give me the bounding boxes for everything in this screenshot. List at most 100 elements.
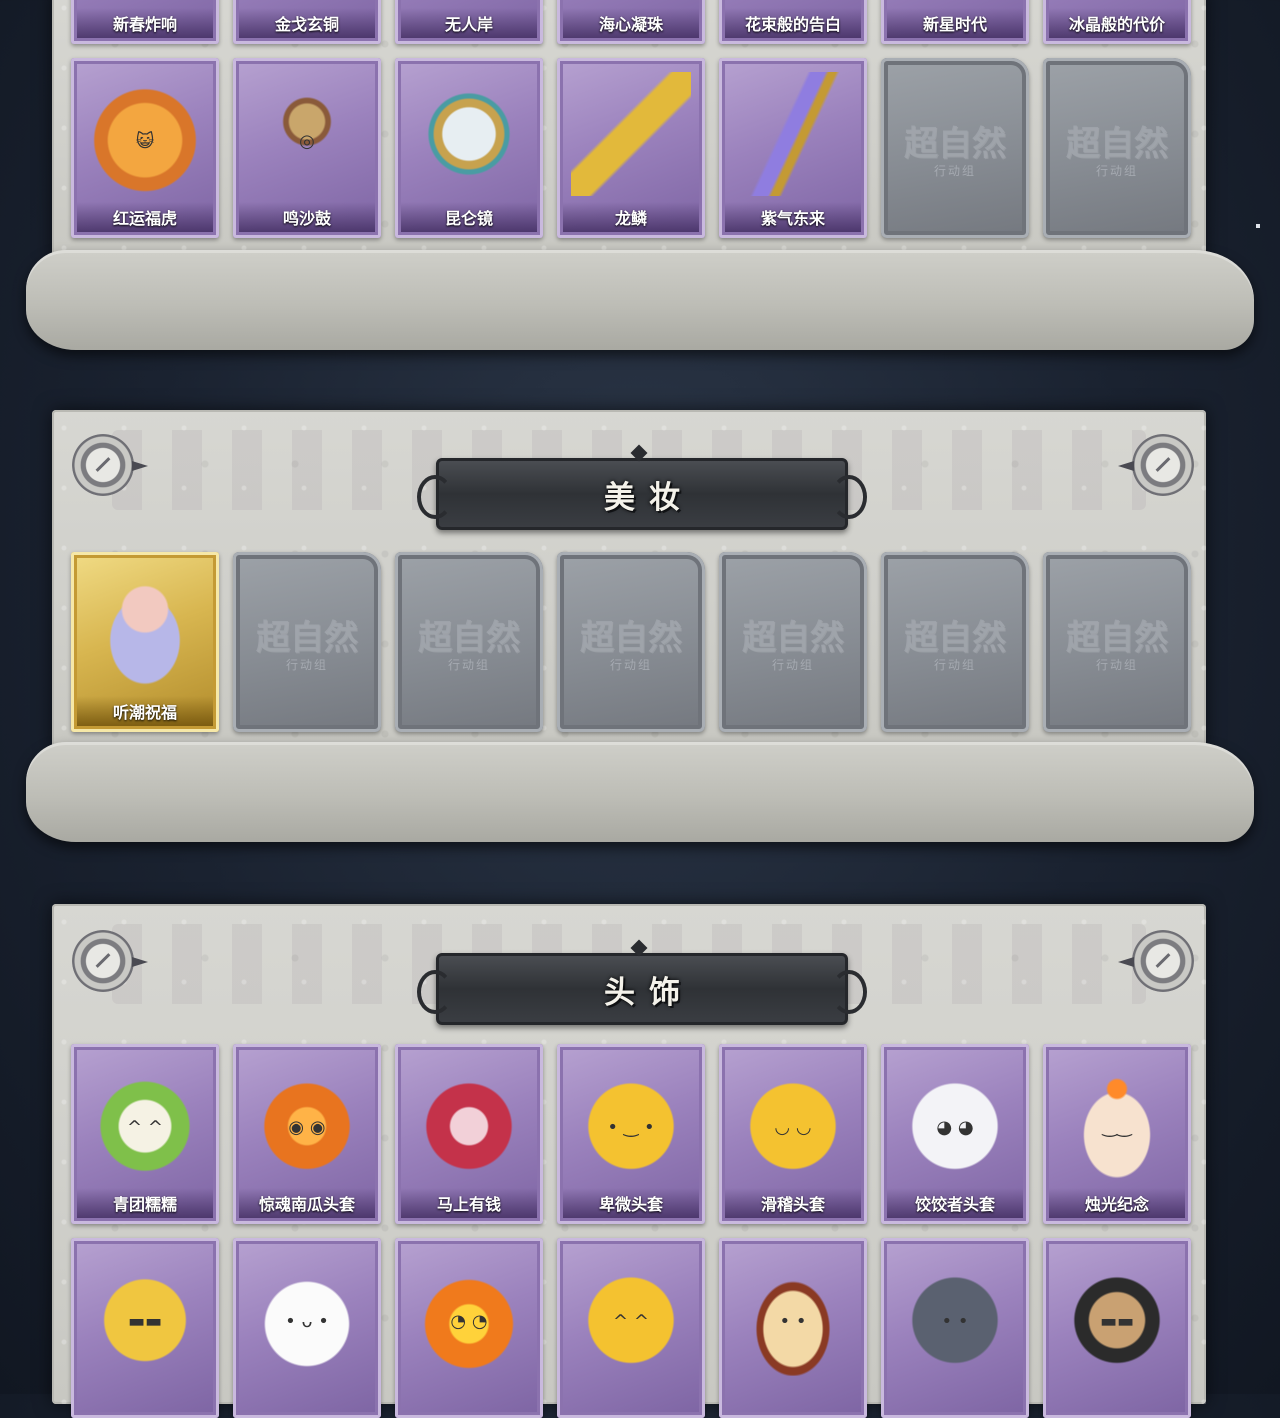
locked-item-card[interactable]: 超自然 行动组 [881,58,1029,238]
item-card[interactable]: 新星时代 [881,0,1029,44]
right-compass-ornament-icon [1118,434,1194,496]
headwear-item-card[interactable]: • ‿ • 卑微头套 [557,1044,705,1224]
headwear-item-card[interactable]: ^ ^ 青团糯糯 [71,1044,219,1224]
makeup-title-banner: 美妆 [417,444,867,530]
winged-mannequin-icon [85,566,205,690]
makeup-row: 听潮祝福 超自然 行动组 超自然 行动组 超自然 行动组 超自然 行动组 超自然 行动组 超自然 行动组 [71,552,1205,732]
watermark-logo-text: 超自然 [580,618,682,658]
item-label: 饺饺者头套 [887,1188,1023,1218]
headwear-item-card[interactable]: • • [881,1238,1029,1418]
watermark-logo-text: 超自然 [256,618,358,658]
locked-item-card[interactable]: 超自然 行动组 [881,552,1029,732]
item-label: 红运福虎 [77,202,213,232]
watermark-logo-text: 超自然 [904,618,1006,658]
red-horse-head-icon [409,1058,529,1182]
headwear-item-card[interactable]: ▬▬ [71,1238,219,1418]
headwear-item-card[interactable]: • • [719,1238,867,1418]
watermark-subtitle: 行动组 [933,658,976,672]
grinning-emoji-head-icon: ^ ^ [571,1252,691,1376]
item-card[interactable]: ◎ 鸣沙鼓 [233,58,381,238]
item-card[interactable]: 花束般的告白 [719,0,867,44]
headwear-item-card[interactable]: ▬▬ [1043,1238,1191,1418]
golden-shovel-icon [571,72,691,196]
green-dumpling-head-icon: ^ ^ [85,1058,205,1182]
headwear-item-card[interactable]: • ᴗ • [233,1238,381,1418]
top-row-b: 😺 红运福虎 ◎ 鸣沙鼓 昆仑镜 龙鳞 紫气东来 超自然 行动组 超自然 行动组 [71,58,1205,238]
item-card[interactable]: 😺 红运福虎 [71,58,219,238]
watermark-logo-text: 超自然 [1066,124,1168,164]
watermark-subtitle: 行动组 [285,658,328,672]
funny-emoji-head-icon: ◡ ◡ [733,1058,853,1182]
item-label: 无人岸 [401,8,537,38]
item-card[interactable]: 无人岸 [395,0,543,44]
headwear-item-card[interactable]: 马上有钱 [395,1044,543,1224]
pumpkin-head-icon: ◉ ◉ [247,1058,367,1182]
item-label: 龙鳞 [563,202,699,232]
item-label: 听潮祝福 [77,696,213,726]
item-label: 昆仑镜 [401,202,537,232]
watermark-subtitle: 行动组 [1095,164,1138,178]
penguin-head-icon: • • [895,1252,1015,1376]
makeup-scroll-base [26,742,1254,842]
dumpling-cloud-head-icon: ◕ ◕ [895,1058,1015,1182]
locked-item-card[interactable]: 超自然 行动组 [1043,58,1191,238]
white-mochi-head-icon: • ᴗ • [247,1252,367,1376]
item-label: 海心凝珠 [563,8,699,38]
right-compass-ornament-icon [1118,930,1194,992]
dreamcatcher-drum-icon: ◎ [247,72,367,196]
headwear-title: 头饰 [604,974,694,1010]
watermark-logo-text: 超自然 [742,618,844,658]
watermark-logo-text: 超自然 [904,124,1006,164]
headwear-item-card[interactable]: ‿‿ 烛光纪念 [1043,1044,1191,1224]
top-row-a: 新春炸响 金戈玄铜 无人岸 海心凝珠 花束般的告白 新星时代 冰晶般的代价 [71,0,1205,44]
pudding-head-icon: • • [733,1252,853,1376]
watermark-subtitle: 行动组 [1095,658,1138,672]
locked-item-card[interactable]: 超自然 行动组 [557,552,705,732]
item-card[interactable]: 紫气东来 [719,58,867,238]
item-label: 花束般的告白 [725,8,861,38]
item-card[interactable]: 金戈玄铜 [233,0,381,44]
item-card[interactable]: 昆仑镜 [395,58,543,238]
ornate-mirror-icon [409,72,529,196]
watermark-logo-text: 超自然 [418,618,520,658]
candle-head-icon: ‿‿ [1057,1058,1177,1182]
makeup-item-card[interactable]: 听潮祝福 [71,552,219,732]
locked-item-card[interactable]: 超自然 行动组 [233,552,381,732]
watermark-subtitle: 行动组 [609,658,652,672]
watermark-subtitle: 行动组 [771,658,814,672]
headwear-title-banner: 头饰 [417,939,867,1025]
pikachu-sunglasses-head-icon: ▬▬ [85,1252,205,1376]
headwear-row-b: ▬▬ • ᴗ • ◔ ◔ ^ ^ • • • • ▬▬ [71,1238,1205,1418]
item-card[interactable]: 冰晶般的代价 [1043,0,1191,44]
headwear-item-card[interactable]: ◕ ◕ 饺饺者头套 [881,1044,1029,1224]
headwear-row-a: ^ ^ 青团糯糯 ◉ ◉ 惊魂南瓜头套 马上有钱 • ‿ • 卑微头套 ◡ ◡ 滑稽头套 ◕ ◕ 饺… [71,1044,1205,1224]
item-label: 鸣沙鼓 [239,202,375,232]
makeup-title: 美妆 [604,479,694,515]
left-compass-ornament-icon [72,930,148,992]
headwear-item-card[interactable]: ◔ ◔ [395,1238,543,1418]
item-card[interactable]: 新春炸响 [71,0,219,44]
headwear-item-card[interactable]: ◡ ◡ 滑稽头套 [719,1044,867,1224]
decorative-dot [1256,224,1260,228]
locked-item-card[interactable]: 超自然 行动组 [719,552,867,732]
purple-blade-icon [733,72,853,196]
dog-sunglasses-head-icon: ▬▬ [1057,1252,1177,1376]
headwear-item-card[interactable]: ^ ^ [557,1238,705,1418]
item-label: 马上有钱 [401,1188,537,1218]
item-card[interactable]: 龙鳞 [557,58,705,238]
locked-item-card[interactable]: 超自然 行动组 [395,552,543,732]
watermark-logo-text: 超自然 [1066,618,1168,658]
watermark-subtitle: 行动组 [447,658,490,672]
locked-item-card[interactable]: 超自然 行动组 [1043,552,1191,732]
item-label: 金戈玄铜 [239,8,375,38]
left-compass-ornament-icon [72,434,148,496]
fire-spirit-head-icon: ◔ ◔ [409,1252,529,1376]
top-scroll-base [26,250,1254,350]
headwear-item-card[interactable]: ◉ ◉ 惊魂南瓜头套 [233,1044,381,1224]
item-card[interactable]: 海心凝珠 [557,0,705,44]
watermark-subtitle: 行动组 [933,164,976,178]
item-label: 紫气东来 [725,202,861,232]
item-label: 青团糯糯 [77,1188,213,1218]
tiger-pillow-icon: 😺 [85,72,205,196]
item-label: 滑稽头套 [725,1188,861,1218]
